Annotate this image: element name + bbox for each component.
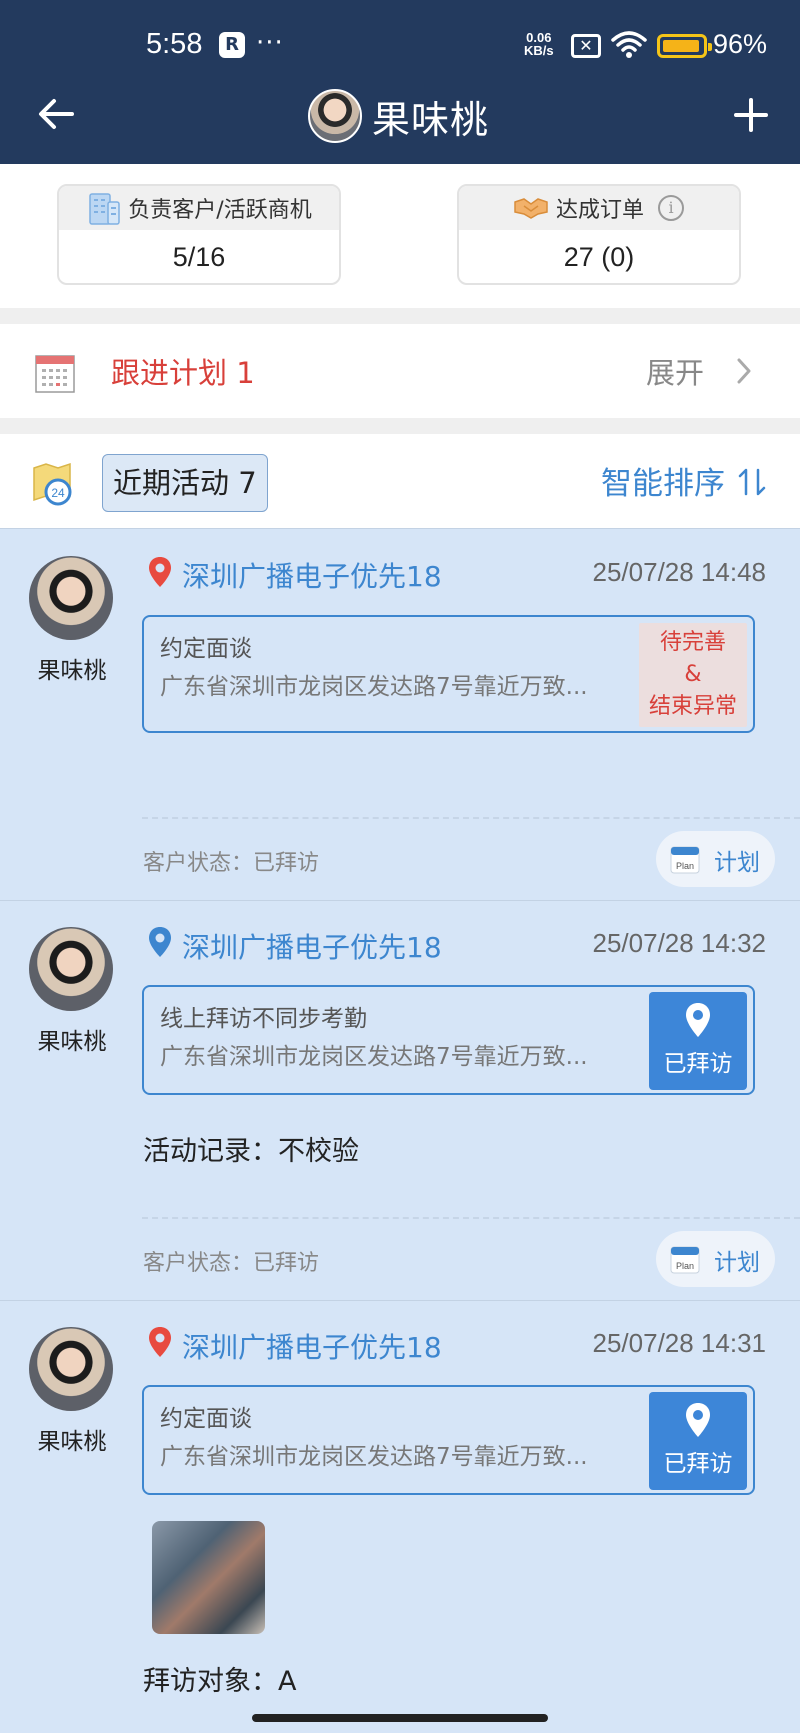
activity-owner: 果味桃 — [37, 658, 107, 684]
svg-text:Plan: Plan — [676, 861, 694, 871]
app-header: 5:58 R ··· 0.06 KB/s ✕ 96% 果味桃 — [0, 0, 800, 164]
avatar — [29, 1327, 113, 1411]
customers-stat-card[interactable]: 负责客户/活跃商机 5/16 — [57, 184, 341, 285]
page-title-group: 果味桃 — [308, 88, 489, 144]
divider — [142, 1217, 800, 1219]
activity-detail-box[interactable]: 约定面谈 广东省深圳市龙岗区发达路7号靠近万致... 待完善 & 结束异常 — [142, 615, 755, 733]
map-24h-icon: 24 — [33, 462, 72, 506]
avatar — [308, 89, 362, 143]
building-icon — [89, 193, 121, 225]
avatar — [29, 556, 113, 640]
visited-button[interactable]: 已拜访 — [649, 992, 747, 1090]
activity-address: 广东省深圳市龙岗区发达路7号靠近万致... — [160, 674, 588, 700]
status-time: 5:58 — [146, 28, 203, 60]
activity-owner: 果味桃 — [37, 1029, 107, 1055]
orders-stat-label: 达成订单 — [555, 198, 644, 223]
page-title: 果味桃 — [372, 97, 490, 142]
app-notification-icon: R — [219, 32, 245, 58]
handshake-icon — [514, 198, 548, 219]
customers-stat-value: 5/16 — [172, 242, 226, 272]
recent-activity-header: 24 近期活动 7 智能排序 — [0, 434, 800, 528]
activity-card[interactable]: 果味桃 深圳广播电子优先18 25/07/28 14:31 约定面谈 广东省深圳… — [0, 1300, 800, 1733]
follow-plan-row[interactable]: 跟进计划 1 展开 — [0, 324, 800, 418]
avatar — [29, 927, 113, 1011]
battery-icon — [657, 34, 712, 58]
orders-stat-value: 27 (0) — [563, 242, 635, 272]
activity-detail-box[interactable]: 线上拜访不同步考勤 广东省深圳市龙岗区发达路7号靠近万致... 已拜访 — [142, 985, 755, 1095]
plus-icon[interactable] — [733, 97, 769, 133]
activity-type: 约定面谈 — [160, 1406, 252, 1432]
location-pin-icon — [149, 557, 171, 587]
activity-detail-box[interactable]: 约定面谈 广东省深圳市龙岗区发达路7号靠近万致... 已拜访 — [142, 1385, 755, 1495]
company-link[interactable]: 深圳广播电子优先18 — [182, 1326, 442, 1366]
visited-label: 已拜访 — [663, 1051, 733, 1077]
activity-card[interactable]: 果味桃 深圳广播电子优先18 25/07/28 14:48 约定面谈 广东省深圳… — [0, 528, 800, 900]
battery-level — [663, 40, 699, 52]
net-speed: 0.06 KB/s — [524, 30, 554, 58]
location-pin-icon — [686, 1403, 710, 1437]
activity-address: 广东省深圳市龙岗区发达路7号靠近万致... — [160, 1044, 588, 1070]
activity-type: 线上拜访不同步考勤 — [160, 1006, 367, 1032]
no-sim-icon: ✕ — [571, 34, 601, 58]
activity-time: 25/07/28 14:32 — [592, 928, 767, 958]
customers-stat-label: 负责客户/活跃商机 — [128, 198, 312, 223]
svg-text:Plan: Plan — [676, 1261, 694, 1271]
plan-label: 计划 — [714, 850, 760, 876]
visited-label: 已拜访 — [663, 1451, 733, 1477]
home-indicator[interactable] — [252, 1714, 548, 1722]
follow-plan-label: 跟进计划 1 — [111, 356, 255, 390]
divider — [142, 817, 800, 819]
location-pin-icon — [686, 1003, 710, 1037]
expand-button[interactable]: 展开 — [646, 350, 704, 392]
chevron-right-icon — [737, 358, 751, 384]
calendar-icon — [35, 355, 75, 393]
wifi-icon — [611, 31, 647, 58]
recent-activity-chip[interactable]: 近期活动 7 — [102, 454, 268, 512]
svg-text:24: 24 — [51, 486, 65, 500]
sort-icon[interactable] — [737, 466, 767, 498]
location-pin-icon — [149, 927, 171, 957]
activity-address: 广东省深圳市龙岗区发达路7号靠近万致... — [160, 1444, 588, 1470]
info-icon[interactable]: i — [658, 195, 684, 221]
plan-button[interactable]: Plan 计划 — [656, 831, 775, 887]
customer-status: 客户状态：已拜访 — [143, 1251, 320, 1276]
visit-target: 拜访对象：A — [143, 1666, 297, 1697]
activity-record: 活动记录：不校验 — [143, 1136, 359, 1167]
visited-button[interactable]: 已拜访 — [649, 1392, 747, 1490]
status-bar: 5:58 R ··· 0.06 KB/s ✕ 96% — [0, 0, 800, 90]
smart-sort-button[interactable]: 智能排序 — [601, 458, 725, 503]
location-pin-icon — [149, 1327, 171, 1357]
activity-type: 约定面谈 — [160, 636, 252, 662]
battery-percent: 96% — [713, 29, 768, 59]
plan-calendar-icon: Plan — [670, 846, 700, 874]
company-link[interactable]: 深圳广播电子优先18 — [182, 555, 442, 595]
customer-status: 客户状态：已拜访 — [143, 851, 320, 876]
plan-calendar-icon: Plan — [670, 1246, 700, 1274]
orders-stat-card[interactable]: 达成订单 i 27 (0) — [457, 184, 741, 285]
activity-card[interactable]: 果味桃 深圳广播电子优先18 25/07/28 14:32 线上拜访不同步考勤 … — [0, 900, 800, 1300]
company-link[interactable]: 深圳广播电子优先18 — [182, 926, 442, 966]
plan-button[interactable]: Plan 计划 — [656, 1231, 775, 1287]
plan-label: 计划 — [714, 1250, 760, 1276]
back-arrow-icon[interactable] — [36, 94, 76, 134]
activity-time: 25/07/28 14:48 — [592, 557, 767, 587]
incomplete-abnormal-badge: 待完善 & 结束异常 — [639, 623, 747, 727]
stats-panel: 负责客户/活跃商机 5/16 达成订单 i 27 (0) — [0, 164, 800, 308]
activity-time: 25/07/28 14:31 — [592, 1328, 767, 1358]
more-notifications-icon: ··· — [256, 28, 284, 58]
activity-owner: 果味桃 — [37, 1429, 107, 1455]
photo-thumbnail[interactable] — [152, 1521, 265, 1634]
